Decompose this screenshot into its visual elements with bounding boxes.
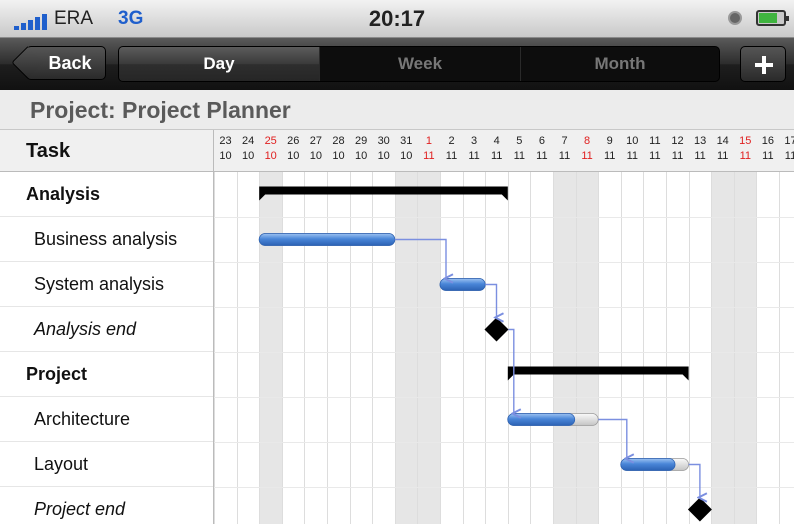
summary-bar[interactable] — [259, 186, 508, 201]
task-bar-progress[interactable] — [439, 278, 486, 291]
project-title: Project: Project Planner — [0, 90, 794, 130]
task-list: Task Analysis Business analysis System a… — [0, 130, 214, 524]
add-button[interactable] — [740, 46, 786, 82]
status-bar: ERA 3G 20:17 — [0, 0, 794, 38]
gantt-timeline[interactable]: 23 10 24 10 25 10 26 10 27 10 28 10 29 10 30 10 31 10 1 11 2… — [214, 130, 794, 524]
dependency-link — [485, 283, 496, 318]
task-row-analysis-end[interactable]: Analysis end — [0, 307, 213, 352]
gantt-chart — [258, 186, 712, 522]
dependency-link — [598, 418, 627, 459]
task-row-analysis[interactable]: Analysis — [0, 172, 213, 217]
task-row-architecture[interactable]: Architecture — [0, 397, 213, 442]
task-bar-progress[interactable] — [507, 413, 576, 426]
task-row-layout[interactable]: Layout — [0, 442, 213, 487]
view-mode-segmented-control: Day Week Month — [118, 46, 720, 82]
task-column-header: Task — [0, 130, 213, 172]
task-row-project[interactable]: Project — [0, 352, 213, 397]
dependency-link — [394, 238, 446, 279]
summary-bar[interactable] — [507, 366, 689, 381]
alarm-icon — [728, 11, 742, 25]
segment-week[interactable]: Week — [319, 47, 520, 81]
milestone-diamond[interactable] — [484, 317, 509, 342]
battery-icon — [756, 10, 789, 26]
clock: 20:17 — [368, 6, 426, 31]
segment-month[interactable]: Month — [520, 47, 719, 81]
back-button[interactable]: Back — [26, 46, 106, 80]
task-bar-progress[interactable] — [620, 458, 676, 471]
task-row-project-end[interactable]: Project end — [0, 487, 213, 524]
dependency-link — [688, 463, 700, 498]
task-row-system-analysis[interactable]: System analysis — [0, 262, 213, 307]
milestone-diamond[interactable] — [687, 497, 712, 522]
segment-day[interactable]: Day — [119, 47, 319, 81]
task-row-business-analysis[interactable]: Business analysis — [0, 217, 213, 262]
task-bar-progress[interactable] — [258, 233, 396, 246]
navigation-bar: Back Day Week Month — [0, 38, 794, 90]
